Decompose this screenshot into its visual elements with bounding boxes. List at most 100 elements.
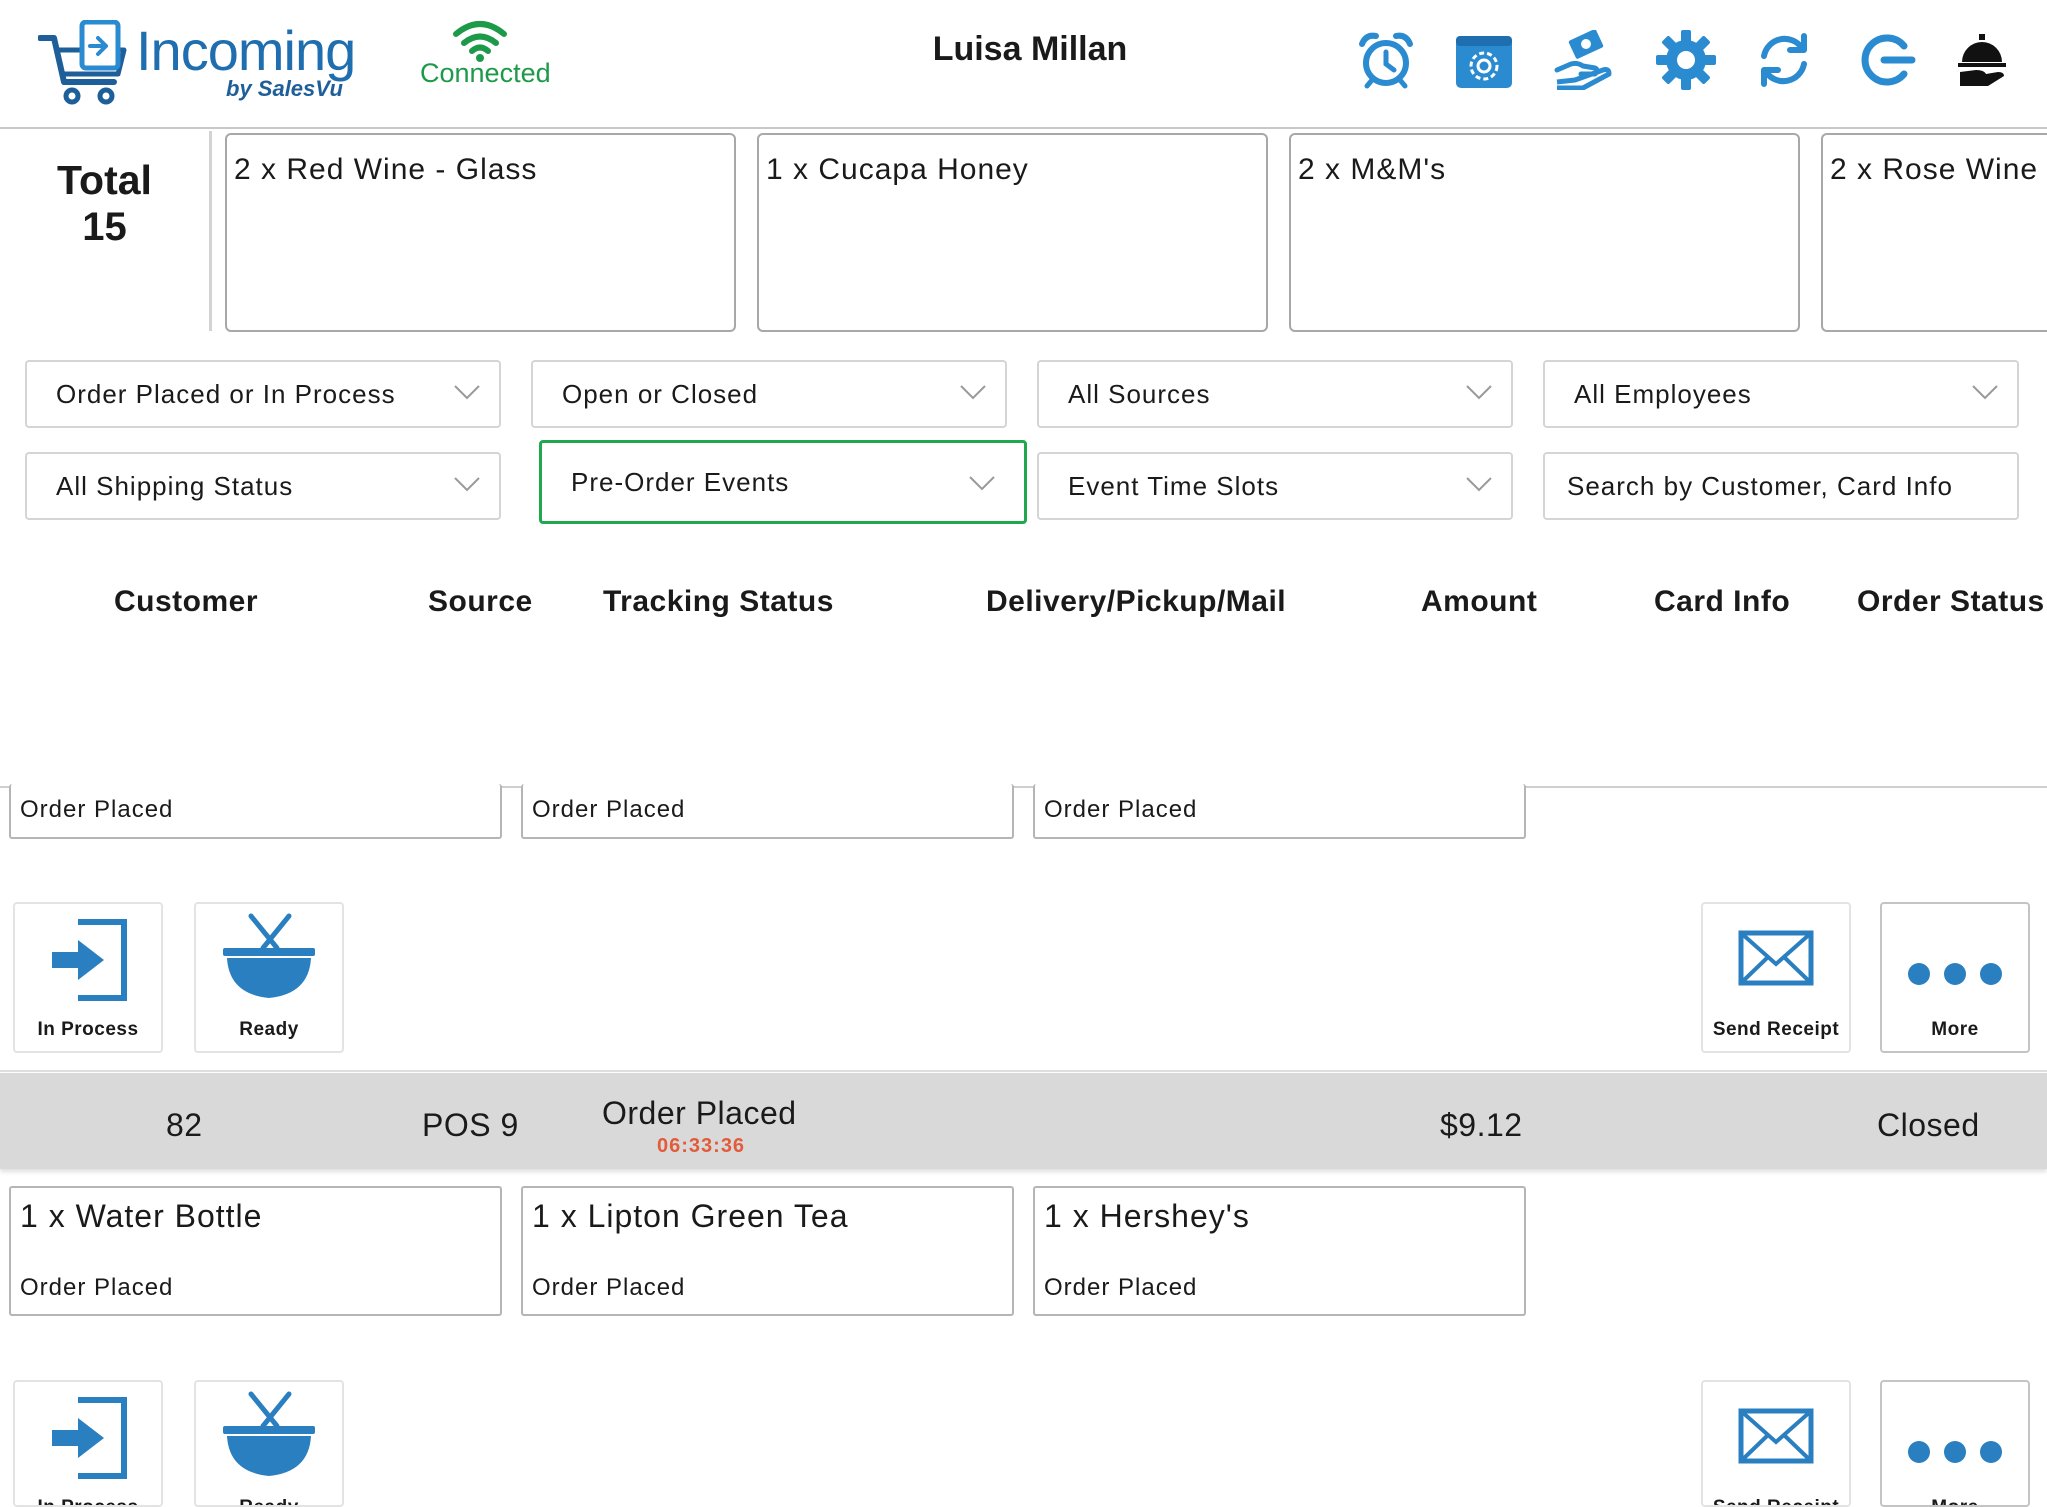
envelope-icon — [1703, 930, 1849, 986]
order-item-status: Order Placed — [1044, 1274, 1198, 1301]
summary-item-label: 2 x Rose Wine — [1830, 153, 2039, 186]
pre-order-events-select[interactable]: Pre-Order Events — [539, 440, 1027, 524]
summary-item-card[interactable]: 1 x Cucapa Honey — [757, 133, 1268, 332]
chevron-down-icon — [969, 476, 995, 491]
order-state-select[interactable]: Order Placed or In Process — [25, 360, 501, 428]
order-row[interactable]: 82 POS 9 Order Placed 06:33:36 $9.12 Clo… — [0, 1073, 2047, 1169]
order-item-status: Order Placed — [20, 1274, 174, 1301]
order-status: Closed — [1877, 1107, 1980, 1143]
sources-value: All Sources — [1068, 378, 1211, 409]
app-header: Incoming by SalesVu Connected Luisa Mill… — [0, 0, 2047, 129]
total-count: 15 — [82, 205, 127, 249]
column-header-delivery[interactable]: Delivery/Pickup/Mail — [986, 585, 1286, 619]
send-receipt-button[interactable]: Send Receipt — [1701, 902, 1851, 1053]
customer-search-input[interactable] — [1543, 452, 2019, 520]
ready-label: Ready — [196, 1497, 342, 1505]
ready-button[interactable]: Ready — [194, 902, 344, 1053]
in-process-label: In Process — [37, 1019, 139, 1040]
chevron-down-icon — [1972, 385, 1998, 400]
summary-item-label: 2 x Red Wine - Glass — [234, 153, 538, 186]
more-dots-icon — [1882, 962, 2028, 986]
summary-item-card[interactable]: 2 x M&M's — [1289, 133, 1800, 332]
user-name: Luisa Millan — [932, 30, 1128, 68]
more-button[interactable]: More — [1880, 1380, 2030, 1507]
total-panel: Total 15 — [0, 131, 212, 331]
order-item-card[interactable]: 1 x Lipton Green Tea Order Placed — [521, 1186, 1014, 1316]
envelope-icon — [1703, 1408, 1849, 1464]
app-subtitle: by SalesVu — [226, 76, 343, 101]
in-process-button[interactable]: In Process — [13, 902, 163, 1053]
event-time-slots-select[interactable]: Event Time Slots — [1037, 452, 1513, 520]
chevron-down-icon — [1466, 385, 1492, 400]
column-header-card-info[interactable]: Card Info — [1654, 585, 1790, 619]
chevron-down-icon — [1466, 477, 1492, 492]
order-item-status: Order Placed — [532, 796, 686, 823]
order-item-card[interactable]: Order Placed — [521, 784, 1014, 839]
summary-item-label: 2 x M&M's — [1298, 153, 1447, 186]
send-receipt-button[interactable]: Send Receipt — [1701, 1380, 1851, 1507]
cash-hand-icon[interactable] — [1546, 22, 1622, 98]
event-time-slots-value: Event Time Slots — [1068, 470, 1280, 501]
order-item-card[interactable]: 1 x Water Bottle Order Placed — [9, 1186, 502, 1316]
logout-icon[interactable] — [1848, 22, 1924, 98]
settings-box-icon[interactable] — [1446, 22, 1522, 98]
service-bell-icon[interactable] — [1944, 22, 2020, 98]
employees-select[interactable]: All Employees — [1543, 360, 2019, 428]
summary-item-label: 1 x Cucapa Honey — [766, 153, 1029, 186]
order-customer: 82 — [166, 1107, 203, 1143]
shipping-status-select[interactable]: All Shipping Status — [25, 452, 501, 520]
connection-status: Connected — [420, 58, 551, 88]
order-item-status: Order Placed — [532, 1274, 686, 1301]
alarm-clock-icon[interactable] — [1348, 22, 1424, 98]
order-item-card[interactable]: Order Placed — [1033, 784, 1526, 839]
more-label: More — [1931, 1019, 1979, 1040]
gear-icon[interactable] — [1648, 22, 1724, 98]
send-receipt-label: Send Receipt — [1712, 1019, 1840, 1040]
in-process-label: In Process — [15, 1497, 161, 1505]
row-separator — [0, 1070, 2047, 1072]
order-item-name: 1 x Water Bottle — [20, 1198, 263, 1234]
send-receipt-label: Send Receipt — [1703, 1497, 1849, 1505]
total-label: Total — [57, 157, 152, 203]
open-closed-select[interactable]: Open or Closed — [531, 360, 1007, 428]
column-header-order-status[interactable]: Order Status — [1857, 585, 2045, 619]
in-process-button[interactable]: In Process — [13, 1380, 163, 1507]
summary-item-card[interactable]: 2 x Rose Wine — [1821, 133, 2047, 332]
order-item-name: 1 x Lipton Green Tea — [532, 1198, 849, 1234]
order-item-status: Order Placed — [20, 796, 174, 823]
bowl-icon — [196, 1390, 342, 1480]
order-timer: 06:33:36 — [657, 1135, 746, 1157]
more-button[interactable]: More — [1880, 902, 2030, 1053]
app-name: Incoming — [136, 19, 356, 82]
wifi-icon — [452, 20, 508, 62]
order-item-card[interactable]: Order Placed — [9, 784, 502, 839]
column-header-tracking-status[interactable]: Tracking Status — [603, 585, 834, 619]
order-item-status: Order Placed — [1044, 796, 1198, 823]
open-closed-value: Open or Closed — [562, 378, 759, 409]
refresh-icon[interactable] — [1746, 22, 1822, 98]
more-label: More — [1882, 1497, 2028, 1505]
order-item-name: 1 x Hershey's — [1044, 1198, 1250, 1234]
more-dots-icon — [1882, 1440, 2028, 1464]
enter-arrow-icon — [15, 1396, 161, 1480]
order-tracking-status: Order Placed — [602, 1095, 797, 1131]
column-header-source[interactable]: Source — [428, 585, 533, 619]
ready-label: Ready — [239, 1019, 299, 1040]
bowl-icon — [196, 912, 342, 1002]
column-header-customer[interactable]: Customer — [114, 585, 258, 619]
order-item-card[interactable]: 1 x Hershey's Order Placed — [1033, 1186, 1526, 1316]
order-state-value: Order Placed or In Process — [56, 378, 396, 409]
shipping-status-value: All Shipping Status — [56, 470, 294, 501]
summary-item-card[interactable]: 2 x Red Wine - Glass — [225, 133, 736, 332]
order-amount: $9.12 — [1440, 1107, 1523, 1143]
chevron-down-icon — [960, 385, 986, 400]
cart-logo-icon — [37, 19, 130, 106]
enter-arrow-icon — [15, 918, 161, 1002]
chevron-down-icon — [454, 477, 480, 492]
pre-order-events-value: Pre-Order Events — [571, 466, 790, 497]
order-source: POS 9 — [422, 1107, 519, 1143]
chevron-down-icon — [454, 385, 480, 400]
ready-button[interactable]: Ready — [194, 1380, 344, 1507]
sources-select[interactable]: All Sources — [1037, 360, 1513, 428]
column-header-amount[interactable]: Amount — [1421, 585, 1537, 619]
